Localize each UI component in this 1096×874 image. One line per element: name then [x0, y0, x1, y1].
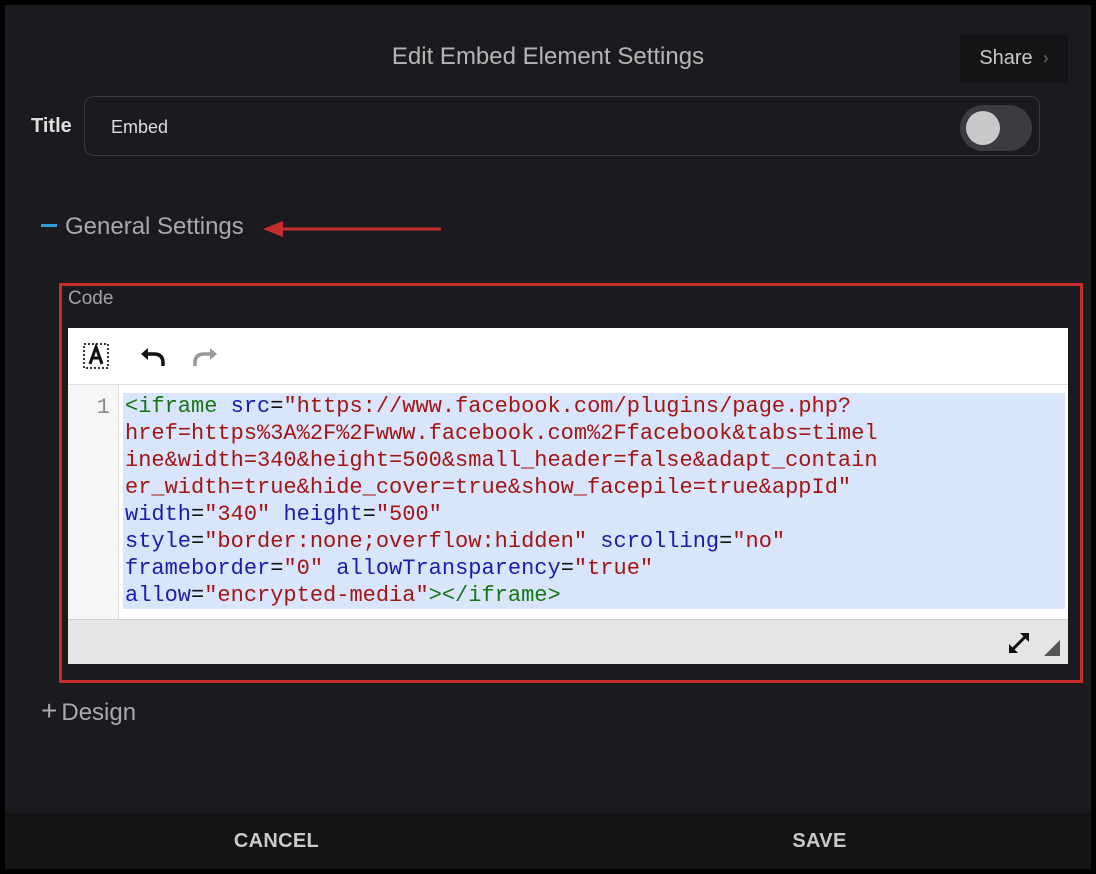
collapse-minus-icon	[41, 224, 57, 228]
redo-icon[interactable]	[192, 342, 220, 370]
title-input[interactable]	[111, 117, 711, 138]
edit-embed-dialog: Edit Embed Element Settings Share › Titl…	[5, 5, 1091, 869]
undo-icon[interactable]	[138, 342, 166, 370]
code-token-txt: =	[362, 502, 376, 527]
code-token-attr: frameborder	[125, 556, 271, 581]
save-button[interactable]: SAVE	[548, 813, 1091, 869]
code-token-tag: ></iframe>	[428, 583, 561, 608]
code-token-str: "border:none;overflow:hidden"	[204, 529, 588, 554]
general-settings-label: General Settings	[65, 213, 244, 240]
share-button[interactable]: Share ›	[960, 34, 1068, 82]
code-token-attr: src	[230, 394, 271, 419]
editor-statusbar	[68, 619, 1068, 664]
code-token-str: "0"	[283, 556, 324, 581]
chevron-right-icon: ›	[1042, 47, 1049, 68]
code-token-tag: <iframe	[125, 394, 218, 419]
fullscreen-expand-icon[interactable]	[1006, 630, 1032, 656]
code-token-attr: scrolling	[600, 529, 720, 554]
code-token-str: href=https%3A%2F%2Fwww.facebook.com%2Ffa…	[125, 421, 878, 446]
design-label: Design	[61, 699, 137, 726]
code-token-str: "true"	[573, 556, 654, 581]
code-token-attr: style	[125, 529, 192, 554]
code-token-str: er_width=true&hide_cover=true&show_facep…	[125, 475, 852, 500]
code-token-attr: width	[125, 502, 192, 527]
code-token-str: "https://www.facebook.com/plugins/page.p…	[283, 394, 852, 419]
code-token-txt: =	[270, 394, 284, 419]
cancel-button[interactable]: CANCEL	[5, 813, 548, 869]
share-label: Share	[979, 46, 1033, 69]
code-token-txt: =	[191, 529, 205, 554]
code-token-txt: =	[191, 502, 205, 527]
line-number: 1	[96, 395, 110, 420]
code-token-attr: allow	[125, 583, 192, 608]
toggle-knob	[966, 111, 1000, 145]
general-settings-header[interactable]: General Settings	[41, 213, 244, 241]
code-token-attr: height	[283, 502, 363, 527]
code-token-str: "no"	[732, 529, 786, 554]
format-icon[interactable]	[82, 342, 110, 370]
title-label: Title	[31, 115, 72, 137]
title-visibility-toggle[interactable]	[960, 105, 1032, 151]
code-textarea[interactable]: <iframe src="https://www.facebook.com/pl…	[119, 385, 1068, 619]
title-field	[84, 96, 1040, 156]
code-token-txt: =	[560, 556, 574, 581]
code-content: <iframe src="https://www.facebook.com/pl…	[125, 393, 878, 609]
code-label: Code	[68, 288, 114, 309]
line-number-gutter: 1	[68, 385, 119, 619]
design-header[interactable]: + Design	[41, 695, 136, 727]
resize-handle-icon[interactable]	[1044, 640, 1060, 656]
annotation-arrow	[263, 221, 441, 237]
dialog-footer: CANCEL SAVE	[5, 813, 1091, 869]
code-editor: 1 <iframe src="https://www.facebook.com/…	[68, 328, 1068, 664]
code-token-str: "encrypted-media"	[204, 583, 429, 608]
code-token-txt: =	[719, 529, 733, 554]
code-token-attr: allowTransparency	[336, 556, 561, 581]
expand-plus-icon: +	[41, 695, 58, 726]
code-token-str: "340"	[204, 502, 271, 527]
code-token-str: "500"	[375, 502, 442, 527]
code-token-str: ine&width=340&height=500&small_header=fa…	[125, 448, 878, 473]
dialog-title: Edit Embed Element Settings	[391, 43, 705, 70]
code-token-txt: =	[270, 556, 284, 581]
editor-toolbar	[68, 328, 1068, 385]
code-token-txt: =	[191, 583, 205, 608]
